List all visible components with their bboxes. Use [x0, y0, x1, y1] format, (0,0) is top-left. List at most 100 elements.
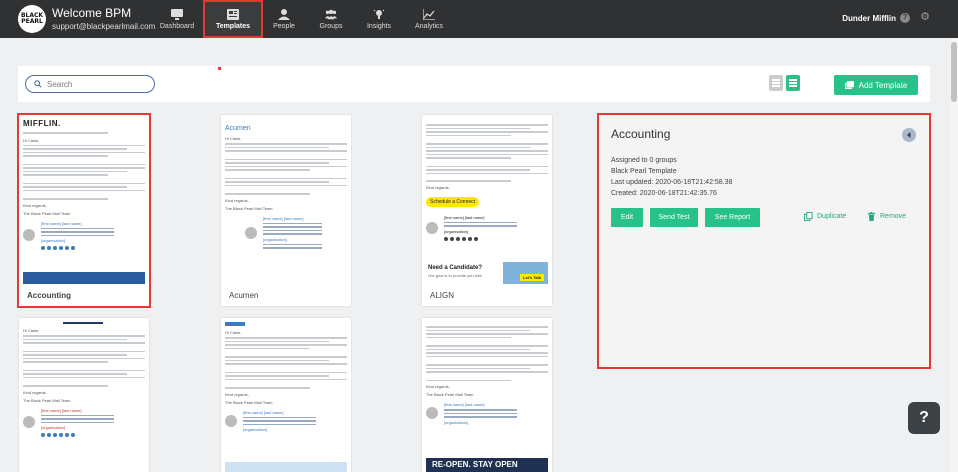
template-name: Acumen: [229, 291, 259, 300]
gear-icon[interactable]: ⚙: [920, 12, 930, 23]
template-thumbnail: Hi Claire, Kind regards, The Black Pearl…: [225, 322, 347, 472]
template-card-acumen[interactable]: Acumen Hi Claire, Kind regards, The Blac…: [221, 115, 351, 306]
remove-button[interactable]: Remove: [867, 212, 906, 221]
promo-subtitle: Our goal is to provide you with: [428, 273, 482, 278]
thumbnail-signature: [first name] [last name] [organisation]: [23, 221, 145, 250]
duplicate-icon: [804, 212, 813, 221]
detail-assigned: Assigned to 0 groups: [611, 157, 677, 164]
monitor-icon: [171, 8, 183, 20]
signature-name: [first name] [last name]: [444, 214, 485, 220]
lightbulb-icon: [373, 9, 385, 19]
thumbnail-team: The Black Pearl Mail Team: [23, 210, 71, 216]
thumbnail-banner: [23, 272, 145, 284]
thumbnail-logo: Acumen: [225, 125, 251, 132]
thumbnail-regards: Kind regards,: [225, 391, 249, 397]
avatar: [23, 416, 35, 429]
thumbnail-regards: Kind regards,: [225, 197, 249, 203]
nav-analytics[interactable]: Analytics: [413, 0, 445, 38]
chart-line-icon: [423, 8, 435, 20]
nav-label: Dashboard: [159, 22, 195, 30]
template-name: ALIGN: [430, 291, 455, 300]
add-template-button[interactable]: Add Template: [834, 75, 918, 95]
template-thumbnail: Kind regards, Schedule a Connect [first …: [426, 119, 548, 284]
signature-org: [organisation]: [41, 238, 66, 243]
detail-type: Black Pearl Template: [611, 168, 677, 175]
collapse-panel-button[interactable]: [902, 128, 916, 142]
thumbnail-team: The Black Pearl Mail Team: [225, 399, 273, 405]
signature-name: [first name] [last name]: [41, 407, 82, 413]
remove-label: Remove: [880, 213, 907, 220]
indicator-dot: [218, 67, 221, 70]
template-card-5[interactable]: Hi Claire, Kind regards, The Black Pearl…: [221, 318, 351, 472]
detail-title: Accounting: [611, 127, 671, 141]
template-thumbnail: Kind regards, The Black Pearl Mail Team …: [426, 322, 548, 472]
thumbnail-banner: RE-OPEN. STAY OPEN: [426, 458, 548, 472]
list-view-button[interactable]: [769, 75, 783, 91]
template-card-4[interactable]: Hi Claire, Kind regards, The Black Pearl…: [19, 318, 149, 472]
thumbnail-signature: [first name] [last name] [organisation]: [426, 402, 548, 425]
top-navigation-bar: BLACK PEARL Welcome BPM support@blackpea…: [0, 0, 958, 38]
nav-label: Templates: [215, 22, 251, 30]
signature-org: [organisation]: [243, 427, 268, 432]
organisation-name[interactable]: Dunder Mifflin: [842, 14, 896, 23]
black-pearl-logo[interactable]: BLACK PEARL: [18, 5, 46, 33]
groups-icon: [325, 9, 337, 19]
search-input[interactable]: [47, 79, 147, 89]
template-detail-panel: Accounting Assigned to 0 groups Black Pe…: [597, 113, 931, 369]
search-icon: [34, 80, 42, 88]
signature-name: [first name] [last name]: [444, 402, 485, 407]
promo-button: Let's Talk: [520, 274, 544, 281]
chevron-left-icon: [907, 132, 911, 138]
duplicate-button[interactable]: Duplicate: [804, 212, 846, 221]
thumbnail-team: The Black Pearl Mail Team: [426, 392, 474, 397]
schedule-connect-button: Schedule a Connect: [426, 196, 480, 207]
template-toolbar: Add Template: [18, 66, 930, 102]
signature-org: [organisation]: [444, 419, 469, 425]
edit-button[interactable]: Edit: [611, 208, 643, 227]
thumbnail-signature: [first name] [last name] [organisation]: [245, 216, 347, 251]
nav-label: Insights: [366, 22, 392, 30]
signature-org: [organisation]: [41, 425, 66, 430]
template-thumbnail: Acumen Hi Claire, Kind regards, The Blac…: [225, 119, 347, 284]
template-card-accounting[interactable]: MIFFLIN. Hi Claire, Kind regards, The Bl…: [17, 113, 151, 308]
thumbnail-greeting: Hi Claire,: [225, 330, 242, 335]
nav-label: Analytics: [414, 22, 443, 30]
template-name: Accounting: [27, 291, 71, 300]
nav-templates[interactable]: Templates: [203, 0, 263, 38]
help-chat-button[interactable]: ?: [908, 402, 940, 434]
grid-view-button[interactable]: [786, 75, 800, 91]
candidate-promo: Need a Candidate? Our goal is to provide …: [426, 262, 548, 284]
thumbnail-signature: [first name] [last name] [organisation]: [225, 410, 347, 432]
nav-groups[interactable]: Groups: [317, 0, 345, 38]
thumbnail-regards: Kind regards,: [23, 389, 47, 395]
template-thumbnail: MIFFLIN. Hi Claire, Kind regards, The Bl…: [23, 119, 145, 284]
promo-title: Need a Candidate?: [428, 265, 483, 271]
thumbnail-signature: [first name] [last name] [organisation]: [426, 215, 548, 241]
thumbnail-regards: Kind regards,: [426, 184, 450, 190]
avatar: [426, 407, 438, 420]
logo-text: BLACK PEARL: [20, 12, 44, 25]
add-template-label: Add Template: [858, 80, 908, 90]
promo-image: Let's Talk: [503, 262, 548, 284]
signature-name: [first name] [last name]: [263, 215, 304, 221]
thumbnail-regards: Kind regards,: [23, 202, 47, 208]
avatar: [426, 221, 438, 234]
page-scrollbar[interactable]: [950, 38, 958, 472]
thumbnail-team: The Black Pearl Mail Team: [225, 205, 273, 211]
thumbnail-logo: MIFFLIN.: [23, 119, 61, 128]
send-test-button[interactable]: Send Test: [650, 208, 698, 227]
thumbnail-signature: [first name] [last name] [organisation]: [23, 407, 145, 437]
see-report-button[interactable]: See Report: [705, 208, 760, 227]
template-thumbnail: Hi Claire, Kind regards, The Black Pearl…: [23, 322, 145, 472]
trash-icon: [867, 212, 876, 221]
duplicate-label: Duplicate: [817, 213, 847, 220]
nav-dashboard[interactable]: Dashboard: [160, 0, 194, 38]
search-box[interactable]: [25, 75, 155, 93]
template-card-align[interactable]: Kind regards, Schedule a Connect [first …: [422, 115, 552, 306]
template-card-6[interactable]: Kind regards, The Black Pearl Mail Team …: [422, 318, 552, 472]
nav-people[interactable]: People: [270, 0, 298, 38]
thumbnail-team: The Black Pearl Mail Team: [23, 397, 71, 403]
avatar: [245, 227, 257, 239]
help-icon[interactable]: ?: [900, 13, 910, 23]
nav-insights[interactable]: Insights: [365, 0, 393, 38]
